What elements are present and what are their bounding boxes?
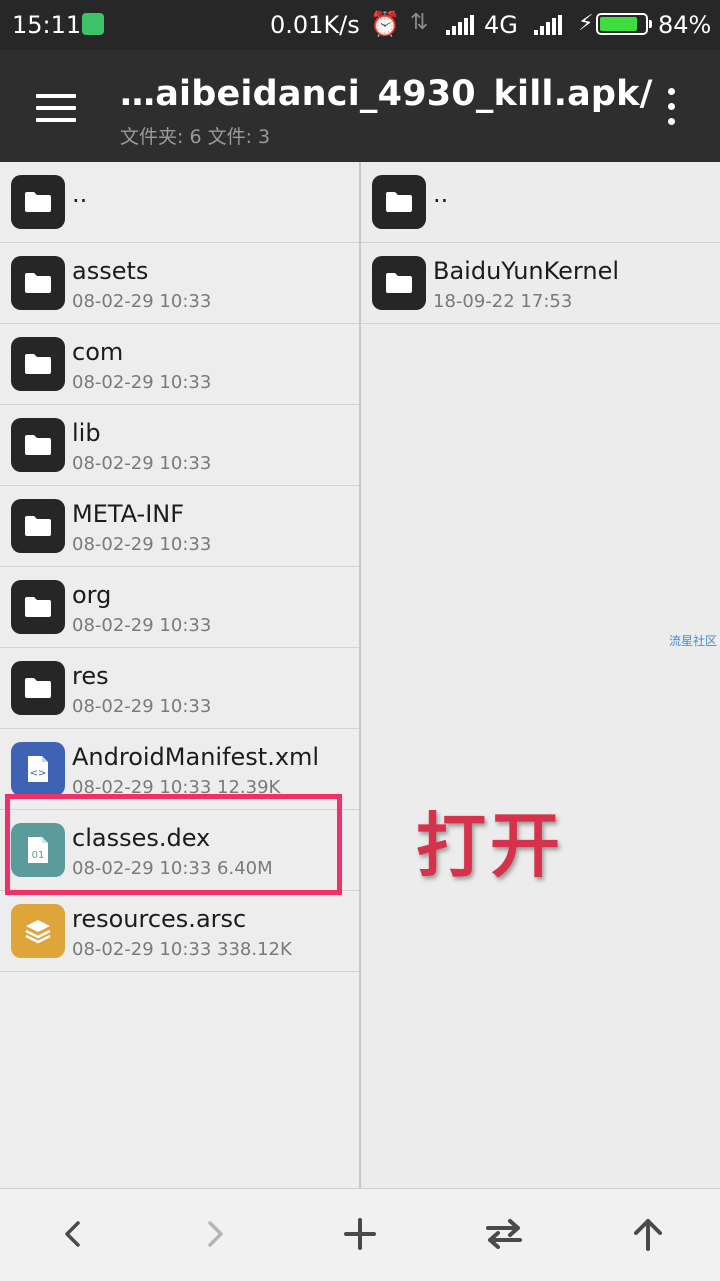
file-row-assets[interactable]: assets 08-02-29 10:33 (0, 243, 359, 324)
file-row-baiduyunkernel[interactable]: BaiduYunKernel 18-09-22 17:53 (361, 243, 720, 324)
swap-icon[interactable] (479, 1209, 529, 1259)
file-name: BaiduYunKernel (433, 257, 620, 285)
network-speed: 0.01K/s (270, 11, 360, 39)
up-icon[interactable] (623, 1209, 673, 1259)
file-row-parent[interactable]: .. (0, 162, 359, 243)
more-options-icon[interactable] (662, 88, 682, 128)
add-icon[interactable] (335, 1209, 385, 1259)
back-icon[interactable] (47, 1209, 97, 1259)
file-row-resources-arsc[interactable]: resources.arsc 08-02-29 10:33 338.12K (0, 891, 359, 972)
file-row-parent[interactable]: .. (361, 162, 720, 243)
svg-text:<>: <> (30, 768, 47, 779)
signal-icon (446, 15, 476, 35)
bottom-toolbar (0, 1188, 720, 1281)
folder-icon (11, 337, 65, 391)
file-meta: 08-02-29 10:33 (72, 291, 212, 312)
folder-icon (11, 580, 65, 634)
signal-icon (534, 15, 564, 35)
folder-icon (11, 418, 65, 472)
file-meta: 08-02-29 10:33 (72, 453, 212, 474)
folder-icon (11, 256, 65, 310)
folder-icon (11, 499, 65, 553)
notification-app-icon (82, 13, 104, 35)
xml-file-icon: <> (11, 742, 65, 796)
file-meta: 18-09-22 17:53 (433, 291, 573, 312)
file-meta: 08-02-29 10:33 (72, 615, 212, 636)
charging-icon: ⚡ (578, 11, 594, 36)
file-name: AndroidManifest.xml (72, 743, 320, 771)
file-meta: 08-02-29 10:33 (72, 696, 212, 717)
file-name: com (72, 338, 124, 366)
menu-icon[interactable] (36, 94, 76, 122)
network-type: 4G (484, 11, 518, 39)
forward-icon[interactable] (191, 1209, 241, 1259)
file-name: .. (433, 180, 449, 208)
app-bar: …aibeidanci_4930_kill.apk/ 文件夹: 6 文件: 3 (0, 50, 720, 162)
file-name: .. (72, 180, 88, 208)
file-name: lib (72, 419, 101, 447)
right-file-pane: .. BaiduYunKernel 18-09-22 17:53 (361, 162, 720, 1188)
file-row-meta-inf[interactable]: META-INF 08-02-29 10:33 (0, 486, 359, 567)
left-file-pane: .. assets 08-02-29 10:33 com 08-02-29 10… (0, 162, 359, 1188)
folder-icon (372, 175, 426, 229)
file-name: res (72, 662, 109, 690)
file-row-res[interactable]: res 08-02-29 10:33 (0, 648, 359, 729)
folder-icon (372, 256, 426, 310)
path-title: …aibeidanci_4930_kill.apk/ (120, 74, 653, 114)
file-row-lib[interactable]: lib 08-02-29 10:33 (0, 405, 359, 486)
file-meta: 08-02-29 10:33 (72, 534, 212, 555)
watermark-text: 流星社区 (669, 634, 718, 648)
folder-file-count: 文件夹: 6 文件: 3 (120, 126, 271, 148)
battery-icon (596, 13, 652, 35)
battery-percent: 84% (658, 11, 712, 39)
data-transfer-icon: ⇅ (410, 10, 429, 35)
layers-file-icon (11, 904, 65, 958)
annotation-text: 打开 (416, 805, 564, 887)
file-name: assets (72, 257, 149, 285)
folder-icon (11, 175, 65, 229)
battery-fill (600, 17, 637, 31)
file-meta: 08-02-29 10:33 338.12K (72, 939, 292, 960)
file-row-com[interactable]: com 08-02-29 10:33 (0, 324, 359, 405)
file-name: org (72, 581, 112, 609)
alarm-icon: ⏰ (370, 10, 400, 38)
highlight-box (5, 794, 342, 895)
file-name: resources.arsc (72, 905, 247, 933)
file-name: META-INF (72, 500, 185, 528)
file-meta: 08-02-29 10:33 (72, 372, 212, 393)
status-time: 15:11 (12, 11, 82, 39)
folder-icon (11, 661, 65, 715)
status-bar: 15:11 0.01K/s ⏰ ⇅ 4G ⚡ 84% (0, 0, 720, 50)
file-row-org[interactable]: org 08-02-29 10:33 (0, 567, 359, 648)
